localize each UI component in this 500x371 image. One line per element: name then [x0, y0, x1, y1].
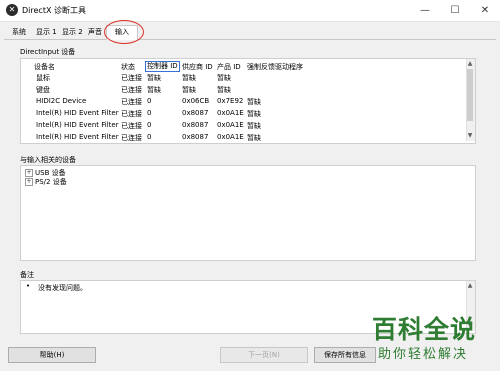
close-button[interactable]: ✕: [470, 0, 500, 21]
row-2-device-name: 键盘: [36, 86, 50, 94]
notes-bullet: •: [26, 282, 31, 290]
row-3-status: 已连接: [121, 98, 142, 106]
window-title: DirectX 诊断工具: [22, 6, 86, 15]
tab-display-1[interactable]: 显示 1: [34, 27, 59, 38]
watermark-brand: 百科全说: [372, 315, 477, 344]
row-5-controller-id: 0: [147, 121, 152, 129]
row-2-product-id: 暂缺: [217, 86, 231, 94]
help-button[interactable]: 帮助(H): [8, 347, 96, 363]
column-header-device-name[interactable]: 设备名: [34, 62, 55, 72]
save-all-info-button[interactable]: 保存所有信息: [314, 347, 376, 363]
row-6-controller-id: 0: [147, 133, 152, 141]
row-6-device-name: Intel(R) HID Event Filter: [36, 133, 119, 141]
notes-text: 没有发现问题。: [38, 284, 87, 292]
row-3-ff-driver: 暂缺: [247, 98, 261, 106]
column-header-vendor-id[interactable]: 供应商 ID: [182, 62, 213, 72]
expand-ps2-icon[interactable]: +: [25, 178, 33, 186]
scroll-up-arrow-icon[interactable]: ▲: [466, 60, 474, 68]
tab-display-2[interactable]: 显示 2: [60, 27, 85, 38]
row-4-controller-id: 0: [147, 109, 152, 117]
column-header-product-id[interactable]: 产品 ID: [217, 62, 241, 72]
row-1-controller-id: 暂缺: [147, 74, 161, 82]
expand-usb-icon[interactable]: +: [25, 169, 33, 177]
notes-scroll-up-arrow-icon[interactable]: ▲: [466, 282, 474, 290]
related-devices-tree: [20, 165, 476, 261]
column-header-controller-id[interactable]: 控制器 ID: [145, 61, 180, 72]
row-5-status: 已连接: [121, 122, 142, 130]
notes-group-title: 备注: [20, 271, 34, 279]
row-6-vendor-id: 0x8087: [182, 133, 209, 141]
column-header-force-feedback-driver[interactable]: 强制反馈驱动程序: [247, 62, 303, 72]
row-1-device-name: 鼠标: [36, 74, 50, 82]
tabs-divider: [4, 39, 496, 40]
tree-item-ps2-devices[interactable]: PS/2 设备: [35, 177, 67, 187]
row-4-ff-driver: 暂缺: [247, 110, 261, 118]
row-4-product-id: 0x0A1E: [217, 109, 244, 117]
row-1-product-id: 暂缺: [217, 74, 231, 82]
minimize-button[interactable]: —: [410, 0, 440, 21]
row-6-status: 已连接: [121, 134, 142, 142]
row-3-device-name: HIDI2C Device: [36, 97, 87, 105]
column-header-status[interactable]: 状态: [121, 62, 135, 72]
row-2-controller-id: 暂缺: [147, 86, 161, 94]
row-3-product-id: 0x7E92: [217, 97, 244, 105]
scroll-down-arrow-icon[interactable]: ▼: [466, 132, 474, 140]
maximize-button[interactable]: ☐: [440, 0, 470, 21]
row-5-ff-driver: 暂缺: [247, 122, 261, 130]
row-4-device-name: Intel(R) HID Event Filter: [36, 109, 119, 117]
tab-system[interactable]: 系统: [10, 27, 28, 38]
row-5-vendor-id: 0x8087: [182, 121, 209, 129]
tab-sound[interactable]: 声音: [86, 27, 104, 38]
row-6-ff-driver: 暂缺: [247, 134, 261, 142]
row-6-product-id: 0x0A1E: [217, 133, 244, 141]
row-1-vendor-id: 暂缺: [182, 74, 196, 82]
row-5-product-id: 0x0A1E: [217, 121, 244, 129]
row-3-vendor-id: 0x06CB: [182, 97, 210, 105]
next-page-button[interactable]: 下一页(N): [220, 347, 308, 363]
dxdiag-app-icon: ✕: [6, 4, 18, 16]
row-1-status: 已连接: [121, 74, 142, 82]
row-3-controller-id: 0: [147, 97, 152, 105]
highlight-circle-annotation: [104, 20, 144, 44]
row-5-device-name: Intel(R) HID Event Filter: [36, 121, 119, 129]
row-2-vendor-id: 暂缺: [182, 86, 196, 94]
row-4-status: 已连接: [121, 110, 142, 118]
related-devices-group-title: 与输入相关的设备: [20, 156, 76, 164]
row-4-vendor-id: 0x8087: [182, 109, 209, 117]
row-2-status: 已连接: [121, 86, 142, 94]
directinput-group-title: DirectInput 设备: [20, 48, 76, 56]
device-list-scroll-thumb[interactable]: [467, 69, 473, 121]
watermark-slogan: 助你轻松解决: [378, 347, 469, 362]
